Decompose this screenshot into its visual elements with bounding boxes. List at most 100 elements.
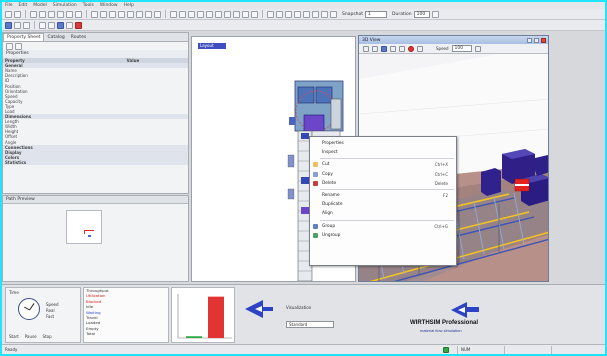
start-button[interactable]: Start xyxy=(9,334,19,339)
menu-item-label: Copy xyxy=(322,171,333,177)
conveyor-icon[interactable] xyxy=(170,10,177,18)
fast-forward-icon[interactable] xyxy=(399,45,405,52)
mirror-icon[interactable] xyxy=(276,10,283,18)
menu-item-shortcut: F2 xyxy=(443,193,448,199)
camera-icon[interactable] xyxy=(23,21,30,29)
visualization-select[interactable]: Standard xyxy=(286,321,334,328)
logo-icon xyxy=(245,300,273,318)
camera-icon[interactable] xyxy=(417,45,423,52)
rewind-icon[interactable] xyxy=(363,45,369,52)
menu-model[interactable]: Model xyxy=(33,3,47,8)
sink-icon[interactable] xyxy=(197,10,204,18)
tab-routes[interactable]: Routes xyxy=(68,34,89,41)
context-menu-item[interactable]: Properties xyxy=(310,139,456,148)
duration-field[interactable]: 100 xyxy=(413,10,430,18)
robot-icon[interactable] xyxy=(242,10,249,18)
buffer-icon[interactable] xyxy=(206,10,213,18)
group-icon[interactable] xyxy=(285,10,292,18)
lift-icon[interactable] xyxy=(224,10,231,18)
snapshot-field[interactable]: 1 xyxy=(365,10,388,18)
vehicle-icon[interactable] xyxy=(251,10,258,18)
step-back-icon[interactable] xyxy=(372,45,378,52)
context-menu-item[interactable]: Group Ctrl+G xyxy=(310,222,456,231)
speed-field[interactable]: 100 xyxy=(451,45,472,52)
play-icon[interactable] xyxy=(381,45,387,52)
stop-icon[interactable] xyxy=(75,21,82,29)
snap-icon[interactable] xyxy=(118,10,125,18)
record-icon[interactable] xyxy=(408,45,414,52)
measure-icon[interactable] xyxy=(312,10,319,18)
stat-row: Total xyxy=(84,331,168,336)
open-icon[interactable] xyxy=(39,10,46,18)
pause-icon[interactable] xyxy=(66,21,73,29)
view2d-icon[interactable] xyxy=(5,21,12,29)
close-icon[interactable] xyxy=(541,37,546,43)
context-menu-item[interactable]: Inspect xyxy=(310,148,456,157)
save-icon[interactable] xyxy=(48,10,55,18)
image-icon[interactable] xyxy=(330,10,337,18)
grid-icon[interactable] xyxy=(109,10,116,18)
properties-title: Properties xyxy=(3,50,188,58)
station-icon[interactable] xyxy=(179,10,186,18)
paste-icon[interactable] xyxy=(75,10,82,18)
property-panel: Property Sheet Catalog Routes Properties… xyxy=(2,32,189,194)
pointer-icon[interactable] xyxy=(5,10,12,18)
redo-icon[interactable] xyxy=(100,10,107,18)
maximize-icon[interactable] xyxy=(534,37,539,43)
tab-property-sheet[interactable]: Property Sheet xyxy=(3,33,45,41)
minimize-icon[interactable] xyxy=(527,37,532,43)
menu-file[interactable]: File xyxy=(5,3,13,8)
hour-hand xyxy=(24,306,30,311)
apply-icon[interactable] xyxy=(431,10,439,18)
menu-item-icon xyxy=(313,162,318,168)
path-preview-box xyxy=(66,210,102,244)
context-menu-item[interactable]: Rename F2 xyxy=(310,191,456,200)
crane-icon[interactable] xyxy=(233,10,240,18)
align-right-icon[interactable] xyxy=(136,10,143,18)
property-category[interactable]: Statistics xyxy=(3,159,188,165)
pause-button[interactable]: Pause xyxy=(25,334,37,339)
operator-station xyxy=(287,188,295,200)
context-menu-item[interactable]: Duplicate xyxy=(310,200,456,209)
speed-option[interactable]: Fast xyxy=(46,314,59,320)
align-bottom-icon[interactable] xyxy=(154,10,161,18)
pause-icon[interactable] xyxy=(390,45,396,52)
source-icon[interactable] xyxy=(188,10,195,18)
context-menu-item[interactable]: Copy Ctrl+C xyxy=(310,170,456,179)
ungroup-icon[interactable] xyxy=(294,10,301,18)
context-menu-item[interactable]: Delete Delete xyxy=(310,179,456,188)
tab-catalog[interactable]: Catalog xyxy=(44,34,67,41)
new-icon[interactable] xyxy=(30,10,37,18)
align-top-icon[interactable] xyxy=(145,10,152,18)
menu-edit[interactable]: Edit xyxy=(19,3,28,8)
play-icon[interactable] xyxy=(57,21,64,29)
context-menu-item[interactable]: Cut Ctrl+X xyxy=(310,160,456,169)
bottom-panel: Time Speed Real Fast Start Pause Stop Th… xyxy=(2,284,605,344)
filter-icon[interactable] xyxy=(15,43,22,50)
view3d-icon[interactable] xyxy=(14,21,21,29)
menu-window[interactable]: Window xyxy=(100,3,118,8)
undo-icon[interactable] xyxy=(91,10,98,18)
settings-icon[interactable] xyxy=(474,45,481,52)
text-icon[interactable] xyxy=(321,10,328,18)
stop-button[interactable]: Stop xyxy=(43,334,52,339)
layer-icon[interactable] xyxy=(303,10,310,18)
sort-icon[interactable] xyxy=(6,43,13,50)
rotate-icon[interactable] xyxy=(267,10,274,18)
reset-icon[interactable] xyxy=(39,21,46,29)
turntable-icon[interactable] xyxy=(215,10,222,18)
step-icon[interactable] xyxy=(48,21,55,29)
copy-icon[interactable] xyxy=(66,10,73,18)
context-menu-item[interactable]: Ungroup xyxy=(310,231,456,240)
context-menu-item[interactable]: Align xyxy=(310,209,456,218)
property-value[interactable] xyxy=(124,159,188,165)
zoom-icon[interactable] xyxy=(14,10,21,18)
align-left-icon[interactable] xyxy=(127,10,134,18)
menubar: File Edit Model Simulation Tools Window … xyxy=(2,2,605,9)
menu-tools[interactable]: Tools xyxy=(83,3,94,8)
source-marker xyxy=(289,117,295,125)
menu-help[interactable]: Help xyxy=(124,3,134,8)
menu-simulation[interactable]: Simulation xyxy=(53,3,77,8)
cut-icon[interactable] xyxy=(57,10,64,18)
menu-item-label: Properties xyxy=(322,141,344,147)
